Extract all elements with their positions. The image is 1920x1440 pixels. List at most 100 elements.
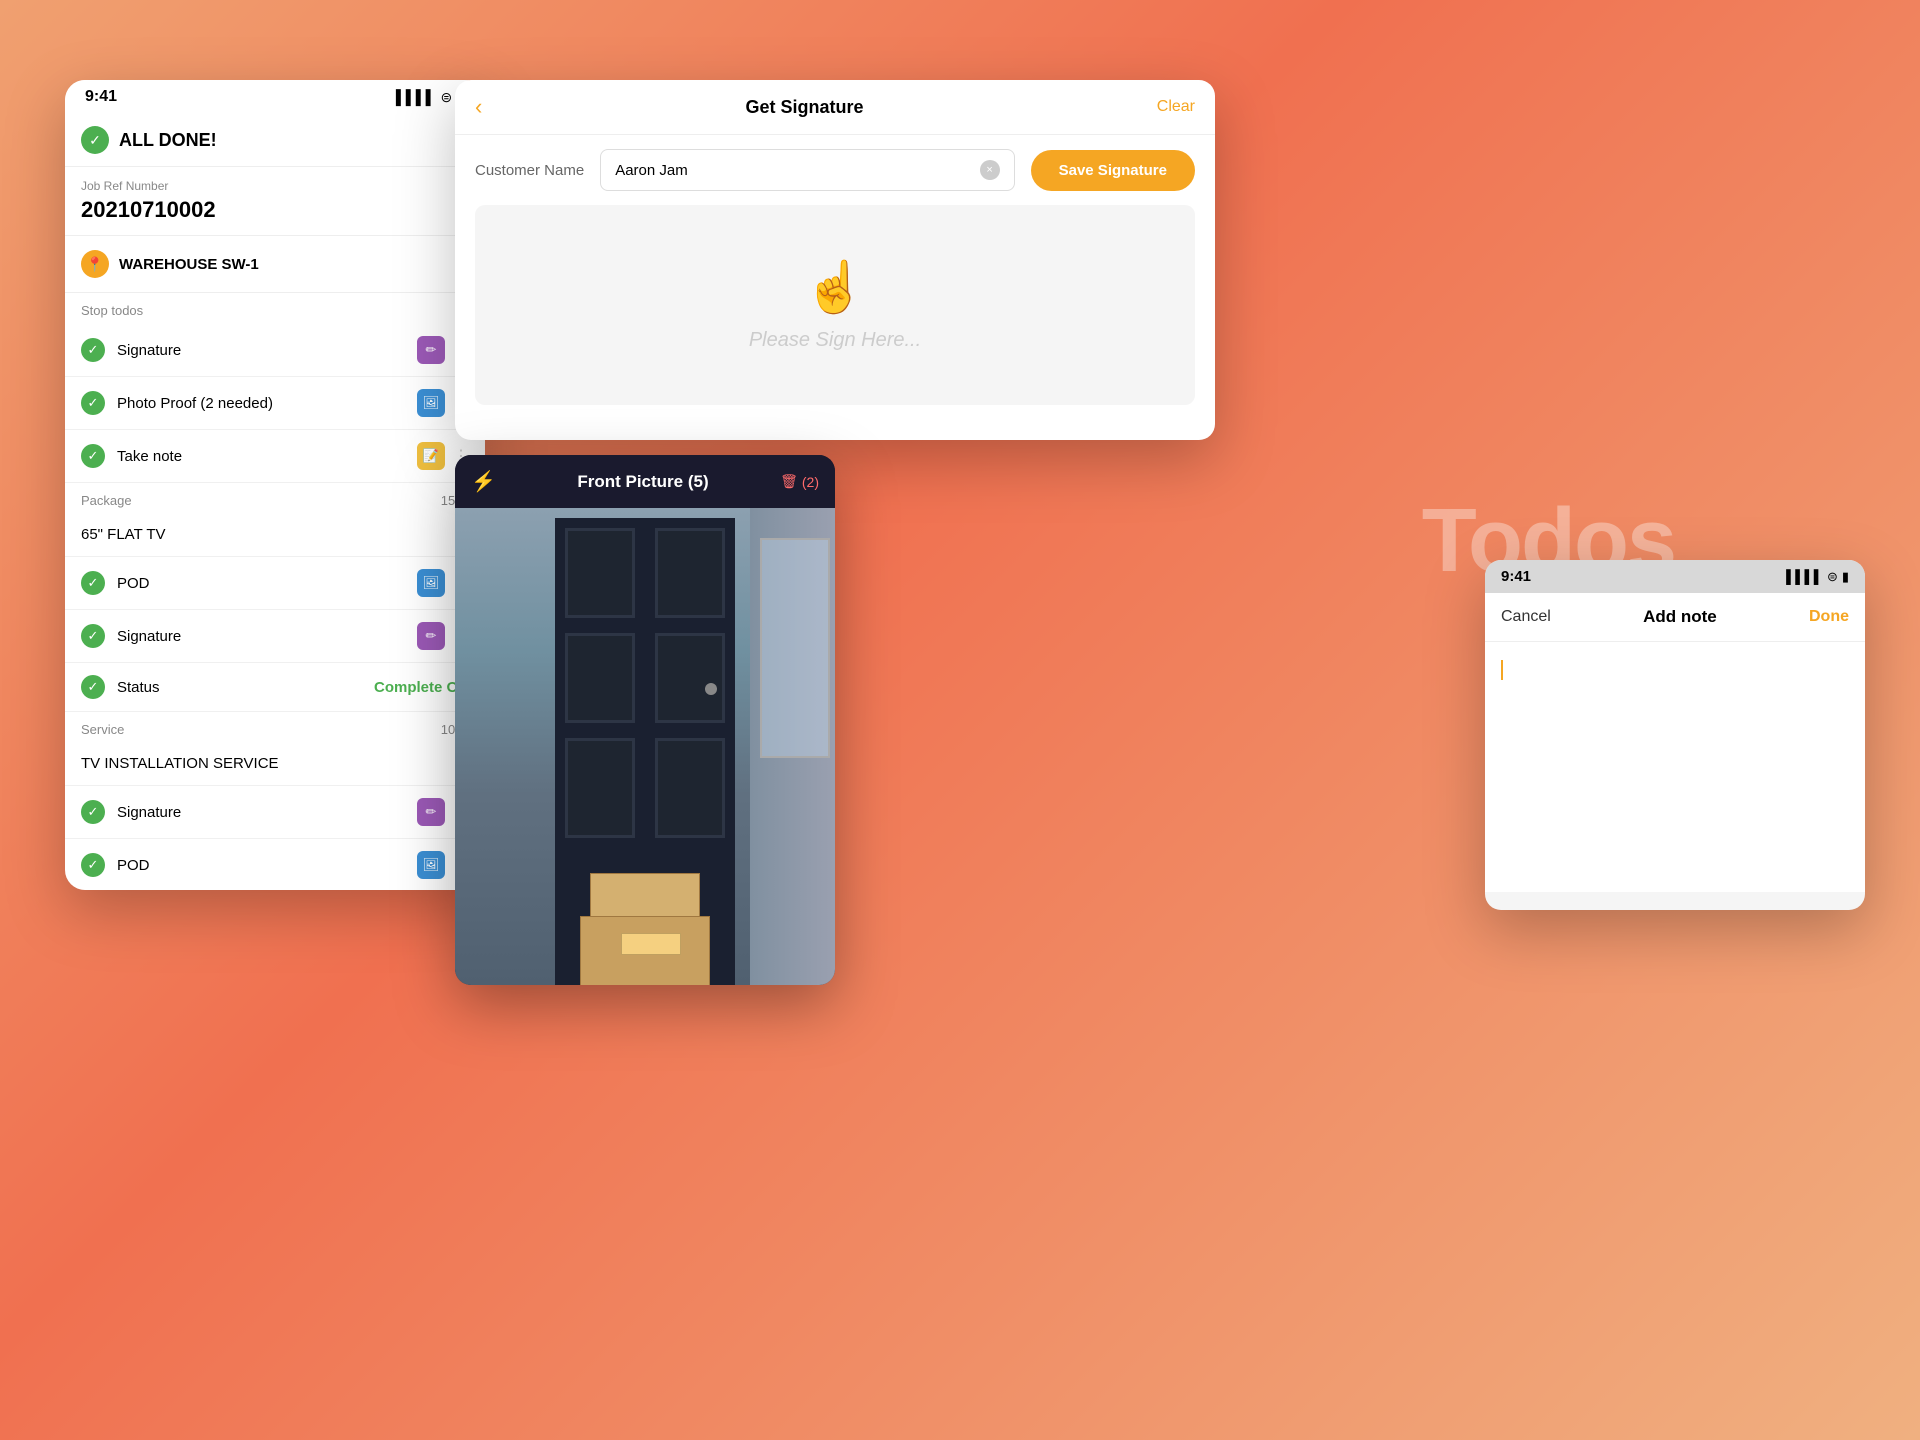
- note-badge: 📝: [417, 442, 445, 470]
- customer-clear-icon[interactable]: ×: [980, 160, 1000, 180]
- hand-icon: ☝: [804, 258, 866, 317]
- package-name: 65" FLAT TV: [81, 526, 456, 543]
- door-panel: [655, 738, 725, 838]
- signature-screen: ‹ Get Signature Clear Customer Name Aaro…: [455, 80, 1215, 440]
- text-cursor: [1501, 660, 1503, 680]
- signature-title: Get Signature: [492, 97, 1116, 118]
- done-button[interactable]: Done: [1809, 608, 1849, 626]
- todo-label: Signature: [117, 628, 417, 645]
- clear-button[interactable]: Clear: [1157, 98, 1195, 116]
- note-status-time: 9:41: [1501, 568, 1531, 585]
- package-label: Package: [81, 493, 132, 508]
- note-status-bar: 9:41 ▌▌▌▌ ⊜ ▮: [1485, 560, 1865, 593]
- note-body[interactable]: [1485, 642, 1865, 892]
- parcel-stack: [580, 886, 710, 985]
- signature-badge: ✏: [417, 798, 445, 826]
- todo-service-signature[interactable]: ✓ Signature ✏ ⋮: [65, 786, 485, 839]
- status-time-1: 9:41: [85, 88, 117, 106]
- service-name-row[interactable]: TV INSTALLATION SERVICE ⌄: [65, 741, 485, 786]
- job-ref-label: Job Ref Number: [81, 179, 469, 193]
- todo-label: Take note: [117, 448, 417, 465]
- door-panel: [565, 528, 635, 618]
- note-status-icons: ▌▌▌▌ ⊜ ▮: [1786, 569, 1849, 585]
- sign-here-placeholder: Please Sign Here...: [749, 329, 921, 352]
- door-panel: [655, 633, 725, 723]
- all-done-check-icon: ✓: [81, 126, 109, 154]
- todo-label: POD: [117, 857, 417, 874]
- todo-label: POD: [117, 575, 417, 592]
- trash-icon: 🗑: [780, 473, 798, 490]
- signature-nav: ‹ Get Signature Clear: [455, 80, 1215, 135]
- wall-right: [750, 508, 835, 985]
- photo-badge: 🖼: [417, 569, 445, 597]
- side-window: [760, 538, 830, 758]
- save-signature-button[interactable]: Save Signature: [1031, 150, 1195, 191]
- cancel-button[interactable]: Cancel: [1501, 608, 1551, 626]
- service-label: Service: [81, 722, 124, 737]
- todo-signature-2[interactable]: ✓ Signature ✏ ⋮: [65, 610, 485, 663]
- service-name: TV INSTALLATION SERVICE: [81, 755, 456, 772]
- customer-row: Customer Name Aaron Jam × Save Signature: [455, 135, 1215, 205]
- job-ref-number: 20210710002: [81, 197, 469, 223]
- parcel-top: [590, 873, 700, 918]
- check-icon: ✓: [81, 800, 105, 824]
- add-note-screen: 9:41 ▌▌▌▌ ⊜ ▮ Cancel Add note Done: [1485, 560, 1865, 910]
- all-done-banner: ✓ ALL DONE! ×: [65, 114, 485, 167]
- parcel-label: [621, 933, 681, 955]
- back-button[interactable]: ‹: [475, 94, 482, 120]
- signature-badge: ✏: [417, 336, 445, 364]
- flash-icon[interactable]: ⚡: [471, 469, 496, 494]
- door-panel: [565, 633, 635, 723]
- signal-icon: ▌▌▌▌: [1786, 569, 1823, 584]
- package-name-row[interactable]: 65" FLAT TV ⌄: [65, 512, 485, 557]
- warehouse-name: WAREHOUSE SW-1: [119, 256, 464, 273]
- warehouse-row[interactable]: 📍 WAREHOUSE SW-1 ›: [65, 236, 485, 293]
- wifi-icon: ⊜: [441, 89, 453, 106]
- todo-photo-proof[interactable]: ✓ Photo Proof (2 needed) 🖼 ⋮: [65, 377, 485, 430]
- signal-icon: ▌▌▌▌: [396, 89, 436, 105]
- todo-signature-1[interactable]: ✓ Signature ✏ ⋮: [65, 324, 485, 377]
- wifi-icon: ⊜: [1827, 569, 1838, 585]
- customer-name-value: Aaron Jam: [615, 162, 688, 179]
- photo-badge: 🖼: [417, 851, 445, 879]
- phone-screen-1: 9:41 ▌▌▌▌ ⊜ ▮ ✓ ALL DONE! × Job Ref Numb…: [65, 80, 485, 890]
- todo-status-1[interactable]: ✓ Status Complete OK: [65, 663, 485, 712]
- todo-label: Signature: [117, 804, 417, 821]
- todo-label: Signature: [117, 342, 417, 359]
- note-title: Add note: [1551, 607, 1809, 627]
- check-icon: ✓: [81, 444, 105, 468]
- todo-label: Status: [117, 679, 374, 696]
- door-knob: [705, 683, 717, 695]
- check-icon: ✓: [81, 338, 105, 362]
- job-section: Job Ref Number 20210710002: [65, 167, 485, 236]
- customer-name-label: Customer Name: [475, 162, 584, 179]
- signature-canvas[interactable]: ☝ Please Sign Here...: [475, 205, 1195, 405]
- photo-badge: 🖼: [417, 389, 445, 417]
- photo-delete[interactable]: 🗑 (2): [780, 473, 819, 490]
- todo-pod-1[interactable]: ✓ POD 🖼 ⋮: [65, 557, 485, 610]
- customer-name-input[interactable]: Aaron Jam ×: [600, 149, 1014, 191]
- status-bar-1: 9:41 ▌▌▌▌ ⊜ ▮: [65, 80, 485, 114]
- door-panel: [655, 528, 725, 618]
- photo-title: Front Picture (5): [506, 472, 780, 492]
- todo-service-pod[interactable]: ✓ POD 🖼 ⋮: [65, 839, 485, 890]
- photo-content: [455, 508, 835, 985]
- check-icon: ✓: [81, 391, 105, 415]
- parcel-bottom: [580, 916, 710, 985]
- todo-take-note[interactable]: ✓ Take note 📝 ⋮: [65, 430, 485, 483]
- signature-badge: ✏: [417, 622, 445, 650]
- check-icon: ✓: [81, 571, 105, 595]
- check-icon: ✓: [81, 853, 105, 877]
- photo-nav: ⚡ Front Picture (5) 🗑 (2): [455, 455, 835, 508]
- check-icon: ✓: [81, 624, 105, 648]
- all-done-text: ALL DONE!: [119, 130, 458, 151]
- warehouse-icon: 📍: [81, 250, 109, 278]
- package-header: Package 15kg: [65, 483, 485, 512]
- todo-label: Photo Proof (2 needed): [117, 395, 417, 412]
- photo-screen: ⚡ Front Picture (5) 🗑 (2): [455, 455, 835, 985]
- service-header: Service 10kg: [65, 712, 485, 741]
- delete-count: (2): [802, 474, 819, 490]
- door-panel: [565, 738, 635, 838]
- check-icon: ✓: [81, 675, 105, 699]
- note-nav: Cancel Add note Done: [1485, 593, 1865, 642]
